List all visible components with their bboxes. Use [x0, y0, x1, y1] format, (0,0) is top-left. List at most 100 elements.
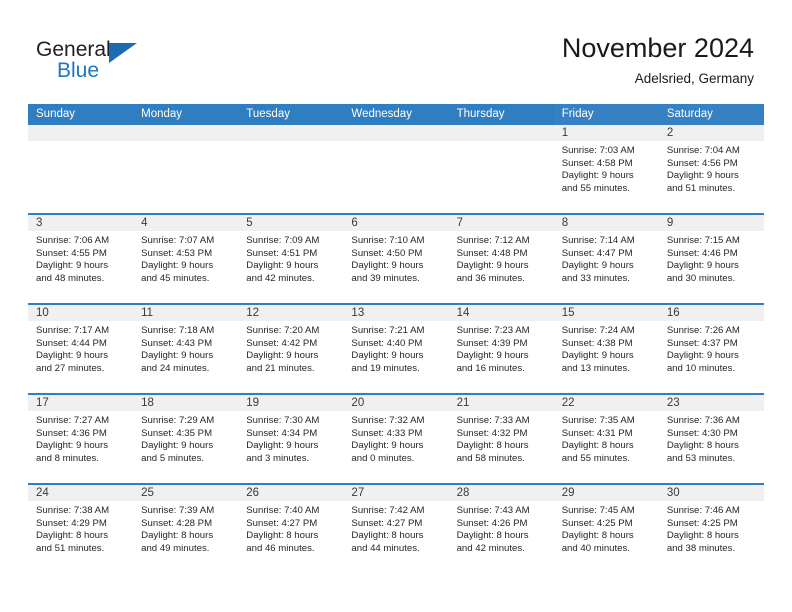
daylight-text: and 21 minutes. [246, 362, 315, 374]
day-number: 2 [658, 125, 764, 141]
sunrise-text: Sunrise: 7:32 AM [351, 415, 425, 426]
daylight-text: and 51 minutes. [36, 542, 105, 554]
daylight-text: Daylight: 9 hours [246, 440, 319, 452]
calendar-day-cell[interactable]: 27 Sunrise: 7:42 AM Sunset: 4:27 PM Dayligh… [343, 485, 449, 573]
calendar-day-cell[interactable]: 4 Sunrise: 7:07 AM Sunset: 4:53 PM Daylight… [133, 215, 239, 303]
daylight-text: Daylight: 9 hours [456, 260, 529, 272]
daylight-text: Daylight: 8 hours [351, 530, 424, 542]
calendar-day-cell[interactable]: 12 Sunrise: 7:20 AM Sunset: 4:42 PM Dayligh… [238, 305, 344, 393]
day-number: 21 [448, 395, 554, 411]
calendar-day-cell[interactable]: 25 Sunrise: 7:39 AM Sunset: 4:28 PM Dayligh… [133, 485, 239, 573]
calendar-day-cell[interactable]: 28 Sunrise: 7:43 AM Sunset: 4:26 PM Dayligh… [448, 485, 554, 573]
weekday-header-saturday: Saturday [658, 104, 764, 125]
calendar-day-cell[interactable]: 2 Sunrise: 7:04 AM Sunset: 4:56 PM Daylight… [658, 125, 764, 213]
sunset-text: Sunset: 4:55 PM [36, 247, 107, 259]
day-number: 7 [448, 215, 554, 231]
logo-triangle-icon [109, 43, 137, 63]
calendar-day-cell[interactable]: 7 Sunrise: 7:12 AM Sunset: 4:48 PM Daylight… [448, 215, 554, 303]
calendar-day-cell[interactable]: 24 Sunrise: 7:38 AM Sunset: 4:29 PM Dayligh… [28, 485, 134, 573]
daylight-text: and 8 minutes. [36, 452, 99, 464]
calendar-day-cell[interactable]: 8 Sunrise: 7:14 AM Sunset: 4:47 PM Daylight… [553, 215, 659, 303]
sunrise-text: Sunrise: 7:45 AM [561, 505, 635, 516]
calendar-day-cell[interactable]: 29 Sunrise: 7:45 AM Sunset: 4:25 PM Dayligh… [553, 485, 659, 573]
day-number: 28 [448, 485, 554, 501]
day-details: Sunrise: 7:42 AM Sunset: 4:27 PM Daylight:… [343, 501, 448, 555]
daylight-text: Daylight: 9 hours [666, 260, 739, 272]
daylight-text: Daylight: 8 hours [666, 530, 739, 542]
day-details: Sunrise: 7:45 AM Sunset: 4:25 PM Daylight:… [554, 501, 659, 555]
calendar-week-row: 3 Sunrise: 7:06 AM Sunset: 4:55 PM Daylight… [28, 213, 764, 303]
calendar-day-cell[interactable]: 6 Sunrise: 7:10 AM Sunset: 4:50 PM Daylight… [343, 215, 449, 303]
sunset-text: Sunset: 4:47 PM [561, 247, 633, 259]
day-number: 8 [553, 215, 659, 231]
day-number: 23 [658, 395, 764, 411]
day-number: 30 [658, 485, 764, 501]
sunrise-text: Sunrise: 7:12 AM [456, 235, 530, 246]
calendar-day-cell[interactable]: 10 Sunrise: 7:17 AM Sunset: 4:44 PM Dayligh… [28, 305, 134, 393]
day-details: Sunrise: 7:27 AM Sunset: 4:36 PM Daylight:… [28, 411, 133, 465]
calendar-day-cell[interactable]: 11 Sunrise: 7:18 AM Sunset: 4:43 PM Dayligh… [133, 305, 239, 393]
calendar-day-cell[interactable]: 14 Sunrise: 7:23 AM Sunset: 4:39 PM Dayligh… [448, 305, 554, 393]
daylight-text: and 33 minutes. [561, 272, 630, 284]
calendar-day-cell[interactable]: 20 Sunrise: 7:32 AM Sunset: 4:33 PM Dayligh… [343, 395, 449, 483]
sunrise-text: Sunrise: 7:36 AM [666, 415, 740, 426]
weekday-header-monday: Monday [141, 108, 183, 120]
day-number: 29 [553, 485, 659, 501]
calendar-day-cell[interactable]: 9 Sunrise: 7:15 AM Sunset: 4:46 PM Daylight… [658, 215, 764, 303]
calendar-day-cell[interactable]: 3 Sunrise: 7:06 AM Sunset: 4:55 PM Daylight… [28, 215, 134, 303]
calendar-grid: Sunday Monday Tuesday Wednesday Thursday Frid… [28, 104, 764, 573]
day-number: 5 [238, 215, 344, 231]
day-number: 4 [133, 215, 239, 231]
calendar-day-cell[interactable]: 1 Sunrise: 7:03 AM Sunset: 4:58 PM Daylight… [553, 125, 659, 213]
calendar-day-cell[interactable]: 17 Sunrise: 7:27 AM Sunset: 4:36 PM Dayligh… [28, 395, 134, 483]
daylight-text: and 48 minutes. [36, 272, 105, 284]
day-number [343, 125, 449, 141]
calendar-day-cell[interactable]: 23 Sunrise: 7:36 AM Sunset: 4:30 PM Dayligh… [658, 395, 764, 483]
day-details: Sunrise: 7:04 AM Sunset: 4:56 PM Daylight:… [659, 141, 764, 195]
calendar-day-cell[interactable]: 5 Sunrise: 7:09 AM Sunset: 4:51 PM Daylight… [238, 215, 344, 303]
sunrise-text: Sunrise: 7:20 AM [246, 325, 320, 336]
daylight-text: and 42 minutes. [246, 272, 315, 284]
calendar-day-cell[interactable]: 13 Sunrise: 7:21 AM Sunset: 4:40 PM Dayligh… [343, 305, 449, 393]
calendar-day-cell[interactable]: 16 Sunrise: 7:26 AM Sunset: 4:37 PM Dayligh… [658, 305, 764, 393]
daylight-text: Daylight: 9 hours [561, 170, 634, 182]
day-number: 16 [658, 305, 764, 321]
day-number: 6 [343, 215, 449, 231]
calendar-day-cell[interactable]: 22 Sunrise: 7:35 AM Sunset: 4:31 PM Dayligh… [553, 395, 659, 483]
weekday-header-thursday: Thursday [456, 108, 505, 120]
calendar-day-cell-empty [133, 125, 239, 213]
calendar-day-cell[interactable]: 26 Sunrise: 7:40 AM Sunset: 4:27 PM Dayligh… [238, 485, 344, 573]
day-details: Sunrise: 7:14 AM Sunset: 4:47 PM Daylight:… [554, 231, 659, 285]
day-number: 18 [133, 395, 239, 411]
sunrise-text: Sunrise: 7:30 AM [246, 415, 320, 426]
day-details: Sunrise: 7:15 AM Sunset: 4:46 PM Daylight:… [659, 231, 764, 285]
sunset-text: Sunset: 4:25 PM [666, 517, 738, 529]
sunset-text: Sunset: 4:43 PM [141, 337, 213, 349]
sunrise-text: Sunrise: 7:35 AM [561, 415, 635, 426]
sunrise-text: Sunrise: 7:39 AM [141, 505, 215, 516]
day-number: 9 [658, 215, 764, 231]
day-number: 15 [553, 305, 659, 321]
sunset-text: Sunset: 4:25 PM [561, 517, 633, 529]
calendar-week-row: 1 Sunrise: 7:03 AM Sunset: 4:58 PM Daylight… [28, 125, 764, 213]
day-number: 25 [133, 485, 239, 501]
daylight-text: Daylight: 9 hours [456, 350, 529, 362]
calendar-day-cell[interactable]: 30 Sunrise: 7:46 AM Sunset: 4:25 PM Dayligh… [658, 485, 764, 573]
calendar-day-cell[interactable]: 18 Sunrise: 7:29 AM Sunset: 4:35 PM Dayligh… [133, 395, 239, 483]
day-details: Sunrise: 7:03 AM Sunset: 4:58 PM Daylight:… [554, 141, 659, 195]
daylight-text: Daylight: 9 hours [141, 260, 214, 272]
day-details: Sunrise: 7:36 AM Sunset: 4:30 PM Daylight:… [659, 411, 764, 465]
daylight-text: Daylight: 9 hours [666, 170, 739, 182]
day-number: 19 [238, 395, 344, 411]
calendar-day-cell[interactable]: 21 Sunrise: 7:33 AM Sunset: 4:32 PM Dayligh… [448, 395, 554, 483]
daylight-text: Daylight: 9 hours [351, 350, 424, 362]
sunset-text: Sunset: 4:53 PM [141, 247, 213, 259]
daylight-text: Daylight: 8 hours [666, 440, 739, 452]
day-details: Sunrise: 7:35 AM Sunset: 4:31 PM Daylight:… [554, 411, 659, 465]
daylight-text: Daylight: 8 hours [456, 530, 529, 542]
calendar-day-cell[interactable]: 15 Sunrise: 7:24 AM Sunset: 4:38 PM Dayligh… [553, 305, 659, 393]
day-details: Sunrise: 7:18 AM Sunset: 4:43 PM Daylight:… [133, 321, 238, 375]
daylight-text: and 24 minutes. [141, 362, 210, 374]
general-blue-logo[interactable]: General Blue [36, 38, 156, 84]
calendar-day-cell[interactable]: 19 Sunrise: 7:30 AM Sunset: 4:34 PM Dayligh… [238, 395, 344, 483]
